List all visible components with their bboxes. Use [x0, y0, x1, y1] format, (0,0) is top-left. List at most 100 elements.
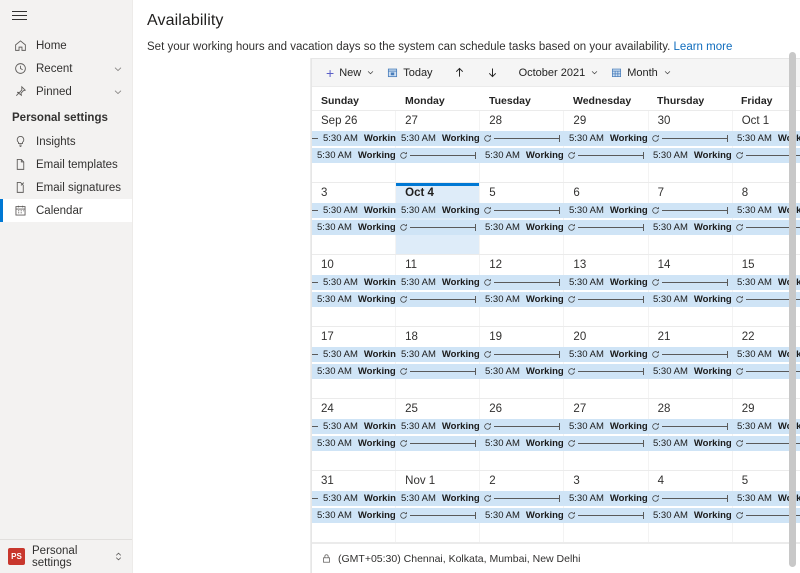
- hamburger-icon: [12, 8, 27, 23]
- event-duration-rail: [660, 131, 732, 146]
- calendar-event[interactable]: 5:30 AM Working: [312, 220, 480, 235]
- calendar-event[interactable]: 5:30 AM Working: [564, 347, 732, 362]
- main-scrollbar[interactable]: [789, 52, 796, 567]
- calendar-event[interactable]: 5:30 AM Working: [312, 148, 480, 163]
- recurrence-icon: [399, 439, 408, 448]
- event-time: 5:30 AM: [323, 493, 358, 504]
- calendar-event[interactable]: 5:30 AM Working: [396, 491, 564, 506]
- chevron-up-down-icon[interactable]: [113, 550, 124, 564]
- weekday-header: Sunday: [321, 95, 359, 107]
- calendar-event[interactable]: 5:30 AM Working: [396, 419, 564, 434]
- chevron-down-icon[interactable]: [112, 63, 124, 75]
- sidebar-item-calendar[interactable]: Calendar: [0, 199, 132, 222]
- calendar-event[interactable]: 5:30 AM Working: [564, 203, 732, 218]
- learn-more-link[interactable]: Learn more: [674, 41, 733, 53]
- new-event-button[interactable]: + New: [320, 62, 381, 84]
- chevron-down-icon[interactable]: [112, 86, 124, 98]
- calendar-event[interactable]: 5:30 AM Working: [312, 364, 480, 379]
- sidebar-item-label: Recent: [36, 62, 73, 75]
- weekday-header: Tuesday: [489, 95, 531, 107]
- period-label: October 2021: [518, 66, 586, 79]
- chevron-down-icon[interactable]: [366, 68, 375, 77]
- calendar-event[interactable]: 5:30 AM Working: [396, 275, 564, 290]
- calendar-event[interactable]: 5:30 AM Working: [312, 347, 396, 362]
- chevron-down-icon[interactable]: [663, 68, 672, 77]
- calendar-event[interactable]: 5:30 AM Working: [396, 347, 564, 362]
- event-time: 5:30 AM: [401, 493, 436, 504]
- calendar-day-number: 30: [657, 115, 671, 127]
- event-title: Working: [693, 294, 732, 305]
- calendar-event[interactable]: 5:30 AM Working: [648, 436, 800, 451]
- event-time: 5:30 AM: [653, 510, 688, 521]
- calendar-event[interactable]: 5:30 AM Working: [564, 131, 732, 146]
- calendar-event[interactable]: 5:30 AM Working: [312, 131, 396, 146]
- period-picker-button[interactable]: October 2021: [513, 62, 606, 84]
- calendar-event[interactable]: 5:30 AM Working: [480, 148, 648, 163]
- sidebar-item-insights[interactable]: Insights: [0, 130, 132, 153]
- event-title: Working: [441, 349, 480, 360]
- weekday-header-row: Sunday Monday Tuesday Wednesday Thursday…: [312, 87, 800, 111]
- calendar-event[interactable]: 5:30 AM Working: [480, 364, 648, 379]
- calendar-event[interactable]: 5:30 AM Working: [480, 436, 648, 451]
- recurrence-icon: [483, 278, 492, 287]
- calendar-event[interactable]: 5:30 AM Working: [648, 148, 800, 163]
- event-time: 5:30 AM: [737, 205, 772, 216]
- calendar-event[interactable]: 5:30 AM Working: [312, 203, 396, 218]
- sidebar-item-label: Home: [36, 39, 67, 52]
- event-time: 5:30 AM: [401, 349, 436, 360]
- calendar-day-number: 13: [573, 259, 587, 271]
- sidebar-item-home[interactable]: Home: [0, 34, 132, 57]
- calendar-event[interactable]: 5:30 AM Working: [480, 220, 648, 235]
- sidebar-item-label: Email signatures: [36, 181, 122, 194]
- calendar-event[interactable]: 5:30 AM Working: [312, 419, 396, 434]
- event-time: 5:30 AM: [317, 438, 352, 449]
- event-title: Working: [441, 493, 480, 504]
- event-duration-rail: [492, 491, 564, 506]
- weekday-header: Thursday: [657, 95, 705, 107]
- event-duration-rail: [492, 131, 564, 146]
- view-picker-button[interactable]: Month: [605, 62, 678, 84]
- calendar-event[interactable]: 5:30 AM Working: [480, 292, 648, 307]
- calendar-event[interactable]: 5:30 AM Working: [312, 491, 396, 506]
- event-duration-rail: [408, 148, 480, 163]
- recurrence-icon: [735, 295, 744, 304]
- event-time: 5:30 AM: [569, 421, 604, 432]
- today-button[interactable]: Today: [381, 62, 438, 84]
- sidebar-item-recent[interactable]: Recent: [0, 57, 132, 80]
- calendar-event[interactable]: 5:30 AM Working: [312, 275, 396, 290]
- calendar-event[interactable]: 5:30 AM Working: [564, 275, 732, 290]
- recurrence-icon: [735, 439, 744, 448]
- sidebar-item-email-signatures[interactable]: Email signatures: [0, 176, 132, 199]
- event-title: Working: [363, 421, 396, 432]
- sidebar-area-switcher[interactable]: PS Personal settings: [0, 539, 132, 573]
- calendar-event[interactable]: 5:30 AM Working: [396, 131, 564, 146]
- calendar-event[interactable]: 5:30 AM Working: [648, 220, 800, 235]
- calendar-event[interactable]: 5:30 AM Working: [396, 203, 564, 218]
- event-title: Working: [357, 510, 396, 521]
- calendar-event[interactable]: 5:30 AM Working: [312, 436, 480, 451]
- event-title: Working: [525, 294, 564, 305]
- calendar-event[interactable]: 5:30 AM Working: [480, 508, 648, 523]
- calendar-event[interactable]: 5:30 AM Working: [564, 419, 732, 434]
- scrollbar-thumb[interactable]: [789, 52, 796, 567]
- calendar-event[interactable]: 5:30 AM Working: [648, 292, 800, 307]
- sidebar-item-email-templates[interactable]: Email templates: [0, 153, 132, 176]
- calendar-event[interactable]: 5:30 AM Working: [312, 292, 480, 307]
- event-continuation-left: [312, 491, 318, 506]
- event-duration-rail: [408, 436, 480, 451]
- calendar-event[interactable]: 5:30 AM Working: [564, 491, 732, 506]
- calendar-event[interactable]: 5:30 AM Working: [648, 508, 800, 523]
- calendar-event[interactable]: 5:30 AM Working: [648, 364, 800, 379]
- event-duration-rail: [660, 491, 732, 506]
- sidebar-item-pinned[interactable]: Pinned: [0, 80, 132, 103]
- event-title: Working: [525, 150, 564, 161]
- previous-period-button[interactable]: [447, 62, 472, 84]
- event-continuation-left: [312, 131, 318, 146]
- chevron-down-icon[interactable]: [590, 68, 599, 77]
- event-time: 5:30 AM: [323, 421, 358, 432]
- page-description: Set your working hours and vacation days…: [147, 40, 784, 54]
- global-nav-toggle[interactable]: [0, 0, 132, 30]
- recurrence-icon: [651, 422, 660, 431]
- next-period-button[interactable]: [480, 62, 505, 84]
- calendar-event[interactable]: 5:30 AM Working: [312, 508, 480, 523]
